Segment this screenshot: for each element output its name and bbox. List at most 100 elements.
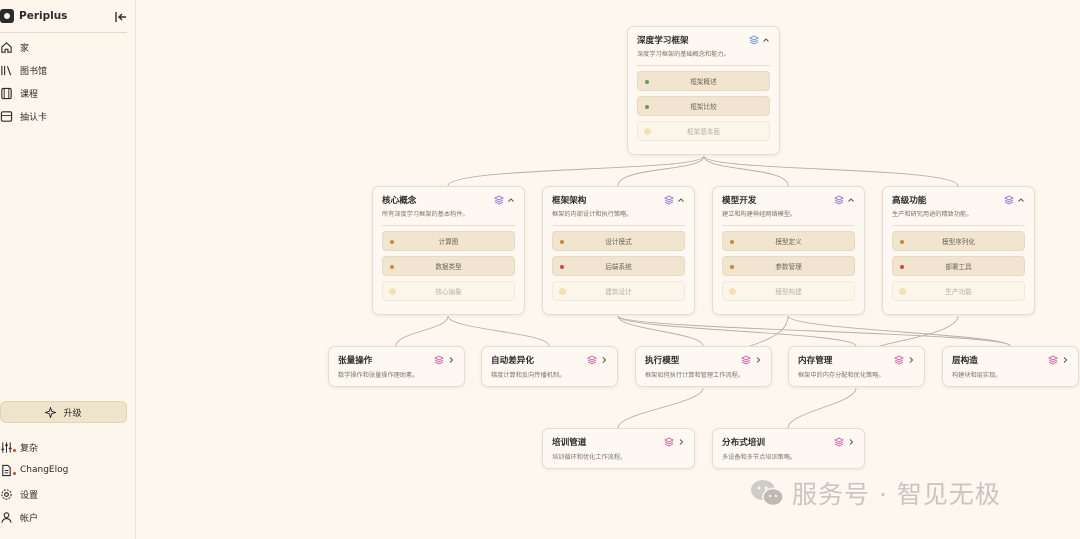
node-card-training-pipeline[interactable]: 培训管道 培训循环和优化工作流程。 — [542, 428, 695, 469]
topic-label: 框架概述 — [690, 78, 717, 86]
status-dot — [560, 240, 564, 244]
topic-label: 核心抽象 — [435, 288, 462, 296]
flashcard-icon — [0, 110, 13, 122]
node-description: 生产和研究用途的精致功能。 — [892, 211, 973, 218]
layers-icon[interactable] — [834, 437, 844, 447]
card-divider — [552, 225, 685, 226]
node-card-framework-architecture[interactable]: 框架架构 框架的内部设计和执行策略。 设计模式 后端系统 建筑设计 — [542, 186, 695, 315]
topic-item[interactable]: 计算图 — [382, 231, 515, 251]
topic-item[interactable]: 数据类型 — [382, 256, 515, 276]
topic-item[interactable]: 设计模式 — [552, 231, 685, 251]
root-node-card[interactable]: 深度学习框架 深度学习框架的基础概念和能力。 框架概述 框架比较 框架基本面 — [627, 26, 780, 155]
chevron-right-icon[interactable] — [447, 356, 455, 364]
layers-icon[interactable] — [1048, 355, 1058, 365]
sidebar-divider — [0, 32, 127, 33]
node-title: 模型开发 — [722, 196, 757, 206]
layers-icon[interactable] — [664, 437, 674, 447]
layers-icon[interactable] — [1004, 195, 1014, 205]
topic-item[interactable]: 框架基本面 — [637, 121, 770, 141]
chevron-right-icon[interactable] — [677, 438, 685, 446]
topic-label: 框架比较 — [690, 103, 717, 111]
sparkle-icon — [45, 406, 57, 418]
upgrade-button[interactable]: 升级 — [0, 401, 127, 423]
layers-icon[interactable] — [434, 355, 444, 365]
layers-icon[interactable] — [664, 195, 674, 205]
topic-item[interactable]: 框架概述 — [637, 71, 770, 91]
chevron-right-icon[interactable] — [754, 356, 762, 364]
topic-item[interactable]: 部署工具 — [892, 256, 1025, 276]
node-description: 多设备和多节点培训策略。 — [722, 454, 797, 461]
layers-icon[interactable] — [749, 35, 759, 45]
sidebar-item-library[interactable]: 图书馆 — [0, 61, 128, 79]
topic-item[interactable]: 参数管理 — [722, 256, 855, 276]
layers-icon[interactable] — [494, 195, 504, 205]
layers-icon[interactable] — [741, 355, 751, 365]
node-description: 梯度计算和反向传播机制。 — [491, 372, 566, 379]
periplus-logo — [0, 9, 14, 23]
chevron-up-icon[interactable] — [762, 36, 770, 44]
node-description: 框架中的内存分配和优化策略。 — [798, 372, 885, 379]
status-dot — [645, 105, 649, 109]
node-title: 内存管理 — [798, 356, 833, 366]
node-card-autodiff[interactable]: 自动差异化 梯度计算和反向传播机制。 — [481, 346, 618, 387]
status-dot — [645, 80, 649, 84]
sidebar-item-courses[interactable]: 课程 — [0, 84, 128, 102]
chevron-up-icon[interactable] — [677, 196, 685, 204]
topic-label: 框架基本面 — [687, 128, 720, 136]
sidebar-item-settings[interactable]: 设置 — [0, 485, 128, 503]
chevron-right-icon[interactable] — [1061, 356, 1069, 364]
sidebar-item-flashcards[interactable]: 抽认卡 — [0, 107, 128, 125]
upgrade-label: 升级 — [63, 408, 82, 419]
topic-label: 设计模式 — [605, 238, 632, 246]
watermark: 服务号 · 智见无极 — [750, 476, 1001, 510]
sidebar-item-label: 复杂 — [20, 443, 39, 454]
status-dot — [899, 288, 906, 295]
node-title: 核心概念 — [382, 196, 417, 206]
status-dot — [559, 288, 566, 295]
layers-icon[interactable] — [834, 195, 844, 205]
topic-label: 计算图 — [438, 238, 459, 246]
chevron-up-icon[interactable] — [507, 196, 515, 204]
topic-item[interactable]: 模型序列化 — [892, 231, 1025, 251]
chevron-up-icon[interactable] — [847, 196, 855, 204]
status-dot — [729, 288, 736, 295]
topic-item[interactable]: 模型构建 — [722, 281, 855, 301]
topic-item[interactable]: 建筑设计 — [552, 281, 685, 301]
card-divider — [382, 225, 515, 226]
sidebar-item-home[interactable]: 家 — [0, 38, 128, 56]
status-dot — [389, 288, 396, 295]
layers-icon[interactable] — [587, 355, 597, 365]
node-title: 层构造 — [952, 356, 978, 366]
user-icon — [1, 511, 12, 523]
chevron-right-icon[interactable] — [847, 438, 855, 446]
node-card-execution-model[interactable]: 执行模型 框架如何执行计算和管理工作流程。 — [635, 346, 772, 387]
card-divider — [637, 65, 770, 66]
topic-item[interactable]: 模型定义 — [722, 231, 855, 251]
node-card-advanced-features[interactable]: 高级功能 生产和研究用途的精致功能。 模型序列化 部署工具 生产功能 — [882, 186, 1035, 315]
topic-item[interactable]: 核心抽象 — [382, 281, 515, 301]
sidebar-item-complexity[interactable]: 复杂 — [0, 438, 128, 456]
collapse-sidebar-icon[interactable] — [114, 9, 128, 23]
sidebar-item-label: 抽认卡 — [20, 112, 48, 123]
node-card-distributed-training[interactable]: 分布式培训 多设备和多节点培训策略。 — [712, 428, 865, 469]
node-card-core-concepts[interactable]: 核心概念 所有深度学习框架的基本构件。 计算图 数据类型 核心抽象 — [372, 186, 525, 315]
topic-item[interactable]: 生产功能 — [892, 281, 1025, 301]
node-description: 所有深度学习框架的基本构件。 — [382, 211, 469, 218]
layers-icon[interactable] — [894, 355, 904, 365]
topic-item[interactable]: 框架比较 — [637, 96, 770, 116]
sidebar-item-account[interactable]: 帐户 — [0, 508, 128, 526]
chevron-up-icon[interactable] — [1017, 196, 1025, 204]
book-icon — [1, 87, 12, 99]
topic-item[interactable]: 后端系统 — [552, 256, 685, 276]
topic-label: 生产功能 — [945, 288, 972, 296]
card-divider — [722, 225, 855, 226]
sidebar-item-changelog[interactable]: ChangElog — [0, 461, 128, 479]
status-dot — [644, 128, 651, 135]
node-card-memory-management[interactable]: 内存管理 框架中的内存分配和优化策略。 — [788, 346, 925, 387]
node-title: 自动差异化 — [491, 356, 534, 366]
chevron-right-icon[interactable] — [907, 356, 915, 364]
chevron-right-icon[interactable] — [600, 356, 608, 364]
node-card-tensor-ops[interactable]: 张量操作 数学操作和张量操作理助素。 — [328, 346, 465, 387]
node-card-layer-construction[interactable]: 层构造 构建块和层实现。 — [942, 346, 1079, 387]
node-card-model-development[interactable]: 模型开发 建立和构建神经网络模型。 模型定义 参数管理 模型构建 — [712, 186, 865, 315]
